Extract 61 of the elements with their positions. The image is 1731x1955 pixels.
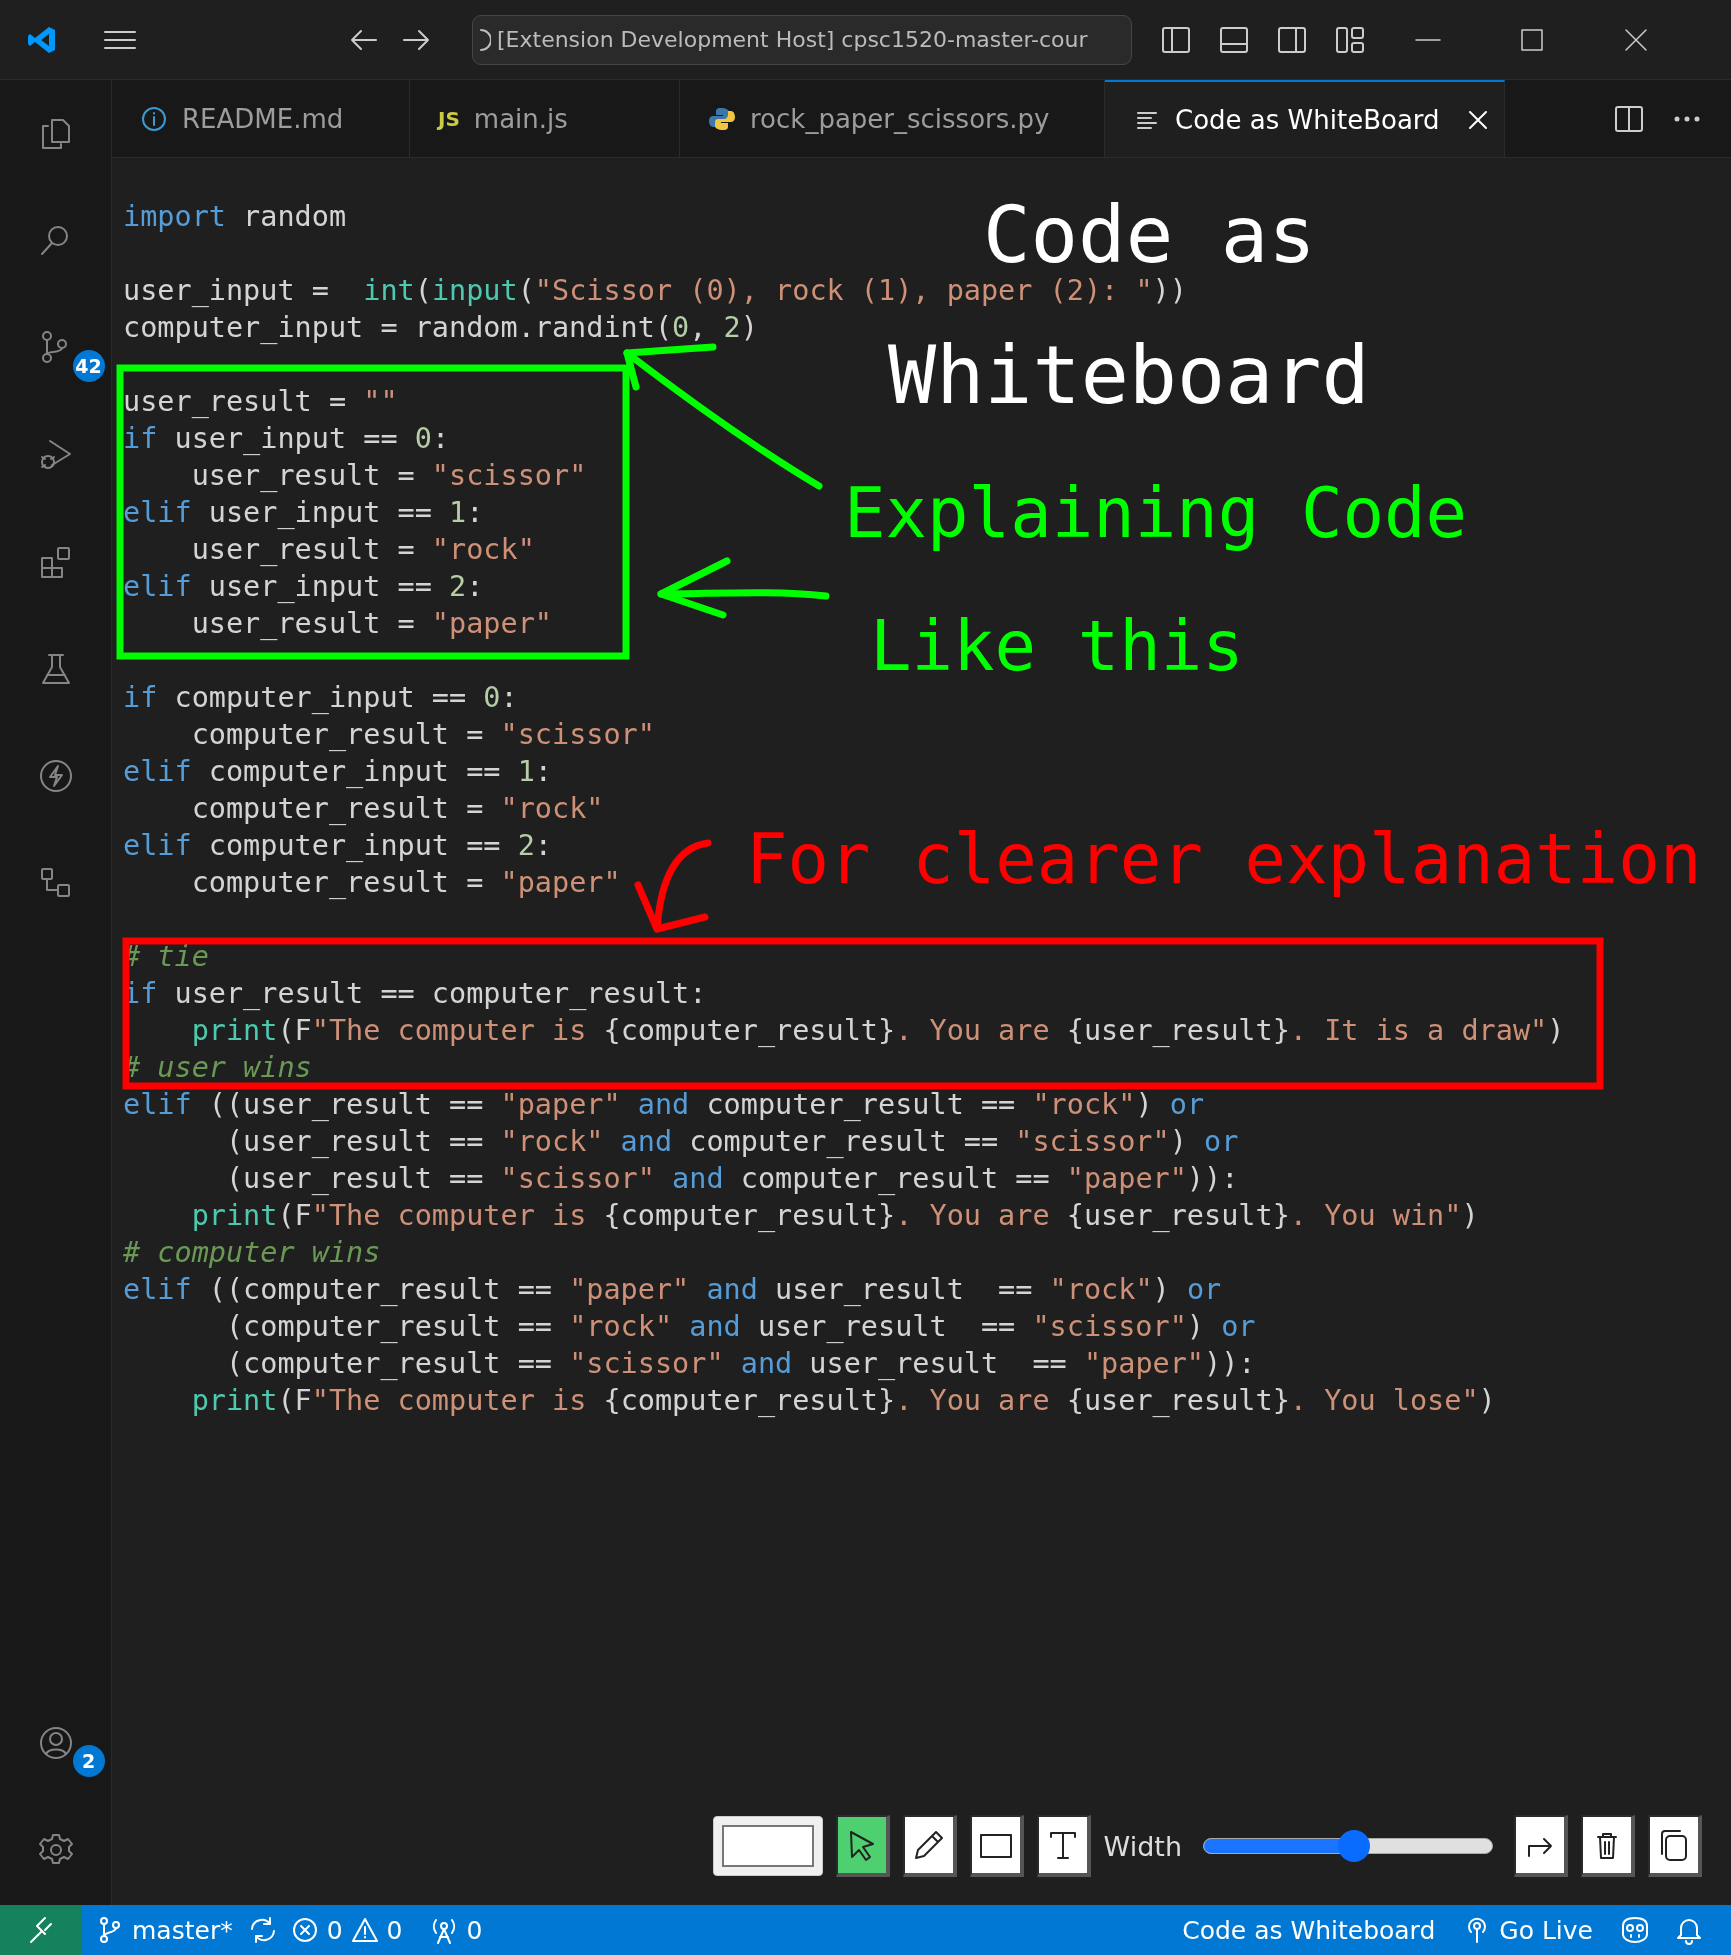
code-line: print(F"The computer is {computer_result}. You are {user_result}. It is a draw") xyxy=(190,1013,1565,1049)
js-file-icon: JS xyxy=(438,106,460,131)
account-icon[interactable] xyxy=(37,1724,74,1761)
redo-button[interactable] xyxy=(1514,1815,1568,1877)
problems-item[interactable]: 0 0 xyxy=(276,1915,417,1945)
annotation-text: Explaining Code xyxy=(844,474,1468,554)
color-swatch[interactable] xyxy=(712,1816,823,1876)
code-line: (user_result == "rock" and computer_result == "scissor") or xyxy=(224,1124,1239,1160)
code-line: # computer wins xyxy=(123,1235,381,1271)
code-line: elif ((user_result == "paper" and computer_result == "rock") or xyxy=(123,1087,1205,1123)
code-line: user_input = int(input("Scissor (0), rock (1), paper (2): ")) xyxy=(123,273,1187,309)
annotation-text: Code as xyxy=(983,202,1316,270)
loading-spinner-icon xyxy=(477,26,491,53)
code-line: computer_input = random.randint(0, 2) xyxy=(123,310,758,346)
code-line: (computer_result == "rock" and user_result == "scissor") or xyxy=(224,1309,1256,1345)
annotation-text: Like this xyxy=(870,607,1244,687)
code-line: elif computer_input == 1: xyxy=(123,754,552,790)
notification-badge: 42 xyxy=(72,349,105,382)
code-line: elif computer_input == 2: xyxy=(123,828,552,864)
code-line: computer_result = "scissor" xyxy=(190,717,655,753)
width-label: Width xyxy=(1103,1829,1182,1864)
warning-icon xyxy=(350,1916,379,1944)
error-icon xyxy=(290,1916,319,1944)
editor-tab[interactable]: README.md xyxy=(112,80,410,157)
code-line: elif user_input == 1: xyxy=(123,495,484,531)
code-line: if user_input == 0: xyxy=(123,421,450,457)
code-line: user_result = "rock" xyxy=(190,532,535,568)
code-line: computer_result = "paper" xyxy=(190,865,621,901)
command-center-search[interactable]: [Extension Development Host] cpsc1520-master-cour xyxy=(472,14,1132,65)
copy-button[interactable] xyxy=(1648,1815,1702,1877)
code-line: elif user_input == 2: xyxy=(123,569,484,605)
slider-thumb[interactable] xyxy=(1337,1830,1370,1862)
ports-item[interactable]: 0 xyxy=(416,1915,497,1945)
lightning-icon[interactable] xyxy=(37,757,74,794)
code-line: (computer_result == "scissor" and user_result == "paper")): xyxy=(224,1346,1256,1382)
code-line: user_result = "" xyxy=(123,384,398,420)
code-line: elif ((computer_result == "paper" and user_result == "rock") or xyxy=(123,1272,1222,1308)
code-line: computer_result = "rock" xyxy=(190,791,604,827)
tool-button[interactable] xyxy=(835,1815,890,1877)
copilot-icon[interactable] xyxy=(1619,1914,1651,1946)
code-line: (user_result == "scissor" and computer_result == "paper")): xyxy=(224,1161,1239,1197)
notification-badge: 2 xyxy=(72,1744,105,1777)
editor-tab[interactable]: Code as WhiteBoard xyxy=(1105,80,1505,157)
annotation-text: For clearer explanation xyxy=(746,820,1702,900)
info-icon xyxy=(140,104,168,133)
code-line: import random xyxy=(123,199,347,235)
tool-button[interactable] xyxy=(969,1815,1024,1877)
code-line: user_result = "scissor" xyxy=(190,458,587,494)
tool-button[interactable] xyxy=(902,1815,957,1877)
delete-button[interactable] xyxy=(1581,1815,1635,1877)
code-line: if computer_input == 0: xyxy=(123,680,518,716)
annotation-text: Whiteboard xyxy=(888,330,1370,422)
code-line: print(F"The computer is {computer_result}. You are {user_result}. You lose") xyxy=(190,1383,1496,1419)
code-line: user_result = "paper" xyxy=(190,606,552,642)
tool-button[interactable] xyxy=(1036,1815,1091,1877)
code-line: print(F"The computer is {computer_result}. You are {user_result}. You win") xyxy=(190,1198,1479,1234)
status-item[interactable]: Go Live xyxy=(1449,1915,1607,1945)
status-item[interactable]: Code as Whiteboard xyxy=(1168,1915,1450,1945)
remote-button[interactable] xyxy=(0,1905,82,1955)
branch-item[interactable]: master* xyxy=(82,1915,247,1945)
editor-tab[interactable]: JS main.js xyxy=(410,80,680,157)
